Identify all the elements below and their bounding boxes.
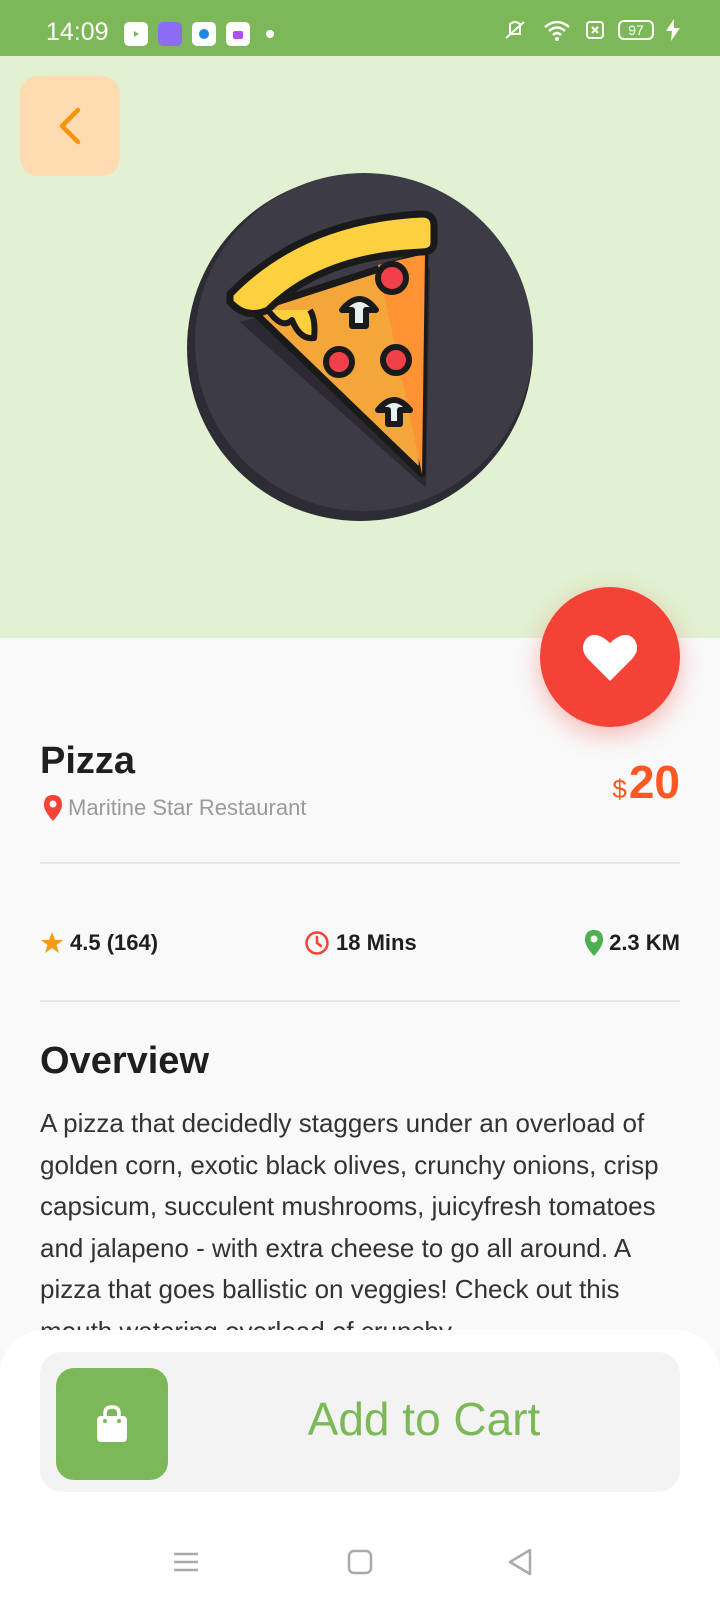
overview-section[interactable]: A pizza that decidedly staggers under an…	[40, 1103, 680, 1330]
status-time: 14:09	[46, 18, 109, 46]
pizza-slice-icon	[187, 173, 533, 521]
time-value: 18 Mins	[336, 930, 417, 955]
stats-row: 4.5 (164) 18 Mins 2.3 KM	[40, 930, 680, 966]
charging-icon	[666, 19, 680, 41]
distance-value: 2.3 KM	[609, 930, 680, 955]
vibrate-icon	[505, 21, 525, 39]
add-to-cart-button[interactable]: Add to Cart	[168, 1392, 680, 1446]
product-title: Pizza	[40, 740, 136, 782]
price: $ 20	[612, 755, 680, 809]
price-amount: 20	[628, 756, 680, 808]
more-notifications-icon	[266, 30, 274, 38]
app-icon	[158, 22, 182, 46]
chevron-left-icon	[59, 107, 81, 145]
divider	[40, 1000, 680, 1002]
heart-icon	[582, 634, 638, 681]
time-stat: 18 Mins	[304, 930, 417, 956]
restaurant-name: Maritine Star Restaurant	[68, 795, 307, 820]
price-currency: $	[612, 774, 627, 804]
restaurant-info: Maritine Star Restaurant	[44, 795, 306, 821]
favorite-button[interactable]	[540, 587, 680, 727]
system-nav-bar	[0, 1520, 720, 1600]
overview-heading: Overview	[40, 1040, 209, 1082]
cart-bag-button[interactable]	[56, 1368, 168, 1480]
location-pin-icon	[44, 795, 62, 821]
system-icons: 97	[500, 18, 680, 42]
rating-value: 4.5 (164)	[70, 930, 159, 955]
shopping-app-icon	[226, 22, 250, 46]
back-nav-icon[interactable]	[500, 1542, 540, 1582]
battery-indicator: 97	[618, 20, 654, 40]
home-icon[interactable]	[340, 1542, 380, 1582]
overview-text: A pizza that decidedly staggers under an…	[40, 1108, 659, 1330]
clock-icon	[305, 931, 329, 955]
divider	[40, 862, 680, 864]
rating-stat: 4.5 (164)	[40, 930, 158, 956]
notification-icons	[124, 22, 274, 46]
menu-icon[interactable]	[166, 1542, 206, 1582]
distance-stat: 2.3 KM	[585, 930, 680, 956]
app-icon	[192, 22, 216, 46]
youtube-icon	[124, 22, 148, 46]
status-bar: 14:09 97	[0, 0, 720, 56]
star-icon	[41, 932, 63, 953]
back-button[interactable]	[20, 76, 120, 176]
location-pin-icon	[585, 930, 604, 956]
shopping-bag-icon	[97, 1405, 127, 1442]
sim-icon	[586, 21, 604, 39]
wifi-icon	[544, 20, 570, 41]
